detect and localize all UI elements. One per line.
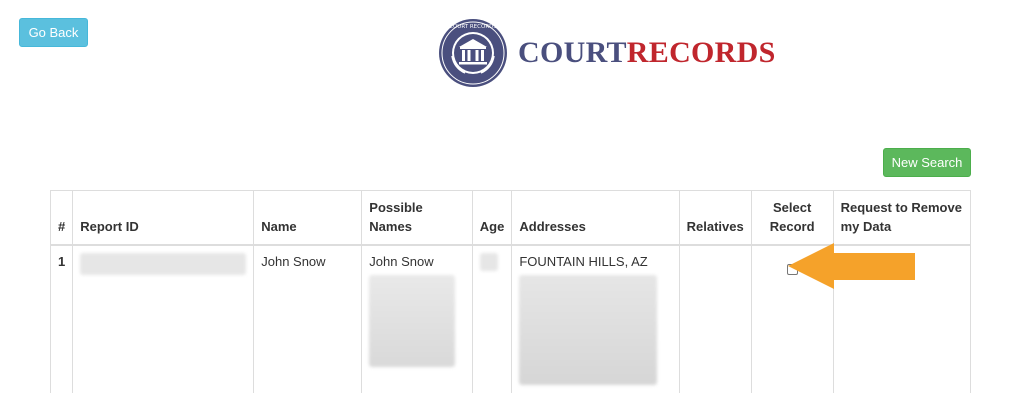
col-header-age: Age [471, 190, 513, 246]
age-cell [471, 244, 513, 393]
courthouse-seal-icon: COURT RECORDS [439, 18, 507, 87]
logo-wordmark: COURTRECORDS [518, 36, 776, 70]
relatives-cell [678, 244, 752, 393]
col-header-relatives: Relatives [678, 190, 752, 246]
logo-records: RECORDS [626, 35, 776, 69]
col-header-request-removal: Request to Remove my Data [832, 190, 972, 246]
row-num: 1 [49, 244, 74, 393]
logo-court: COURT [518, 35, 627, 69]
report-id-cell [72, 244, 255, 393]
col-header-select-record: Select Record [750, 190, 834, 246]
col-header-report-id: Report ID [72, 190, 255, 246]
possible-names-cell: John Snow [361, 244, 473, 393]
name-cell: John Snow [253, 244, 363, 393]
col-header-num: # [49, 190, 74, 246]
redacted-report-id [80, 253, 247, 275]
logo: COURT RECORDS COURTRECORDS [438, 17, 776, 88]
results-table: # Report ID Name Possible Names Age Addr… [49, 190, 972, 393]
redacted-age [479, 253, 498, 271]
redacted-possible-names [369, 275, 456, 367]
go-back-button[interactable]: Go Back [19, 18, 88, 47]
table-header-row: # Report ID Name Possible Names Age Addr… [49, 190, 972, 246]
col-header-possible-names: Possible Names [361, 190, 473, 246]
address-first: FOUNTAIN HILLS, AZ [519, 254, 648, 269]
page: Go Back COURT RECORDS COURTRECORDS New S… [0, 0, 1024, 393]
col-header-addresses: Addresses [511, 190, 680, 246]
new-search-button[interactable]: New Search [883, 148, 971, 177]
arrow-left-icon [788, 243, 915, 289]
possible-name-first: John Snow [369, 254, 434, 269]
seal-text: COURT RECORDS [449, 24, 497, 30]
redacted-addresses [519, 275, 658, 385]
col-header-name: Name [253, 190, 363, 246]
addresses-cell: FOUNTAIN HILLS, AZ [511, 244, 680, 393]
